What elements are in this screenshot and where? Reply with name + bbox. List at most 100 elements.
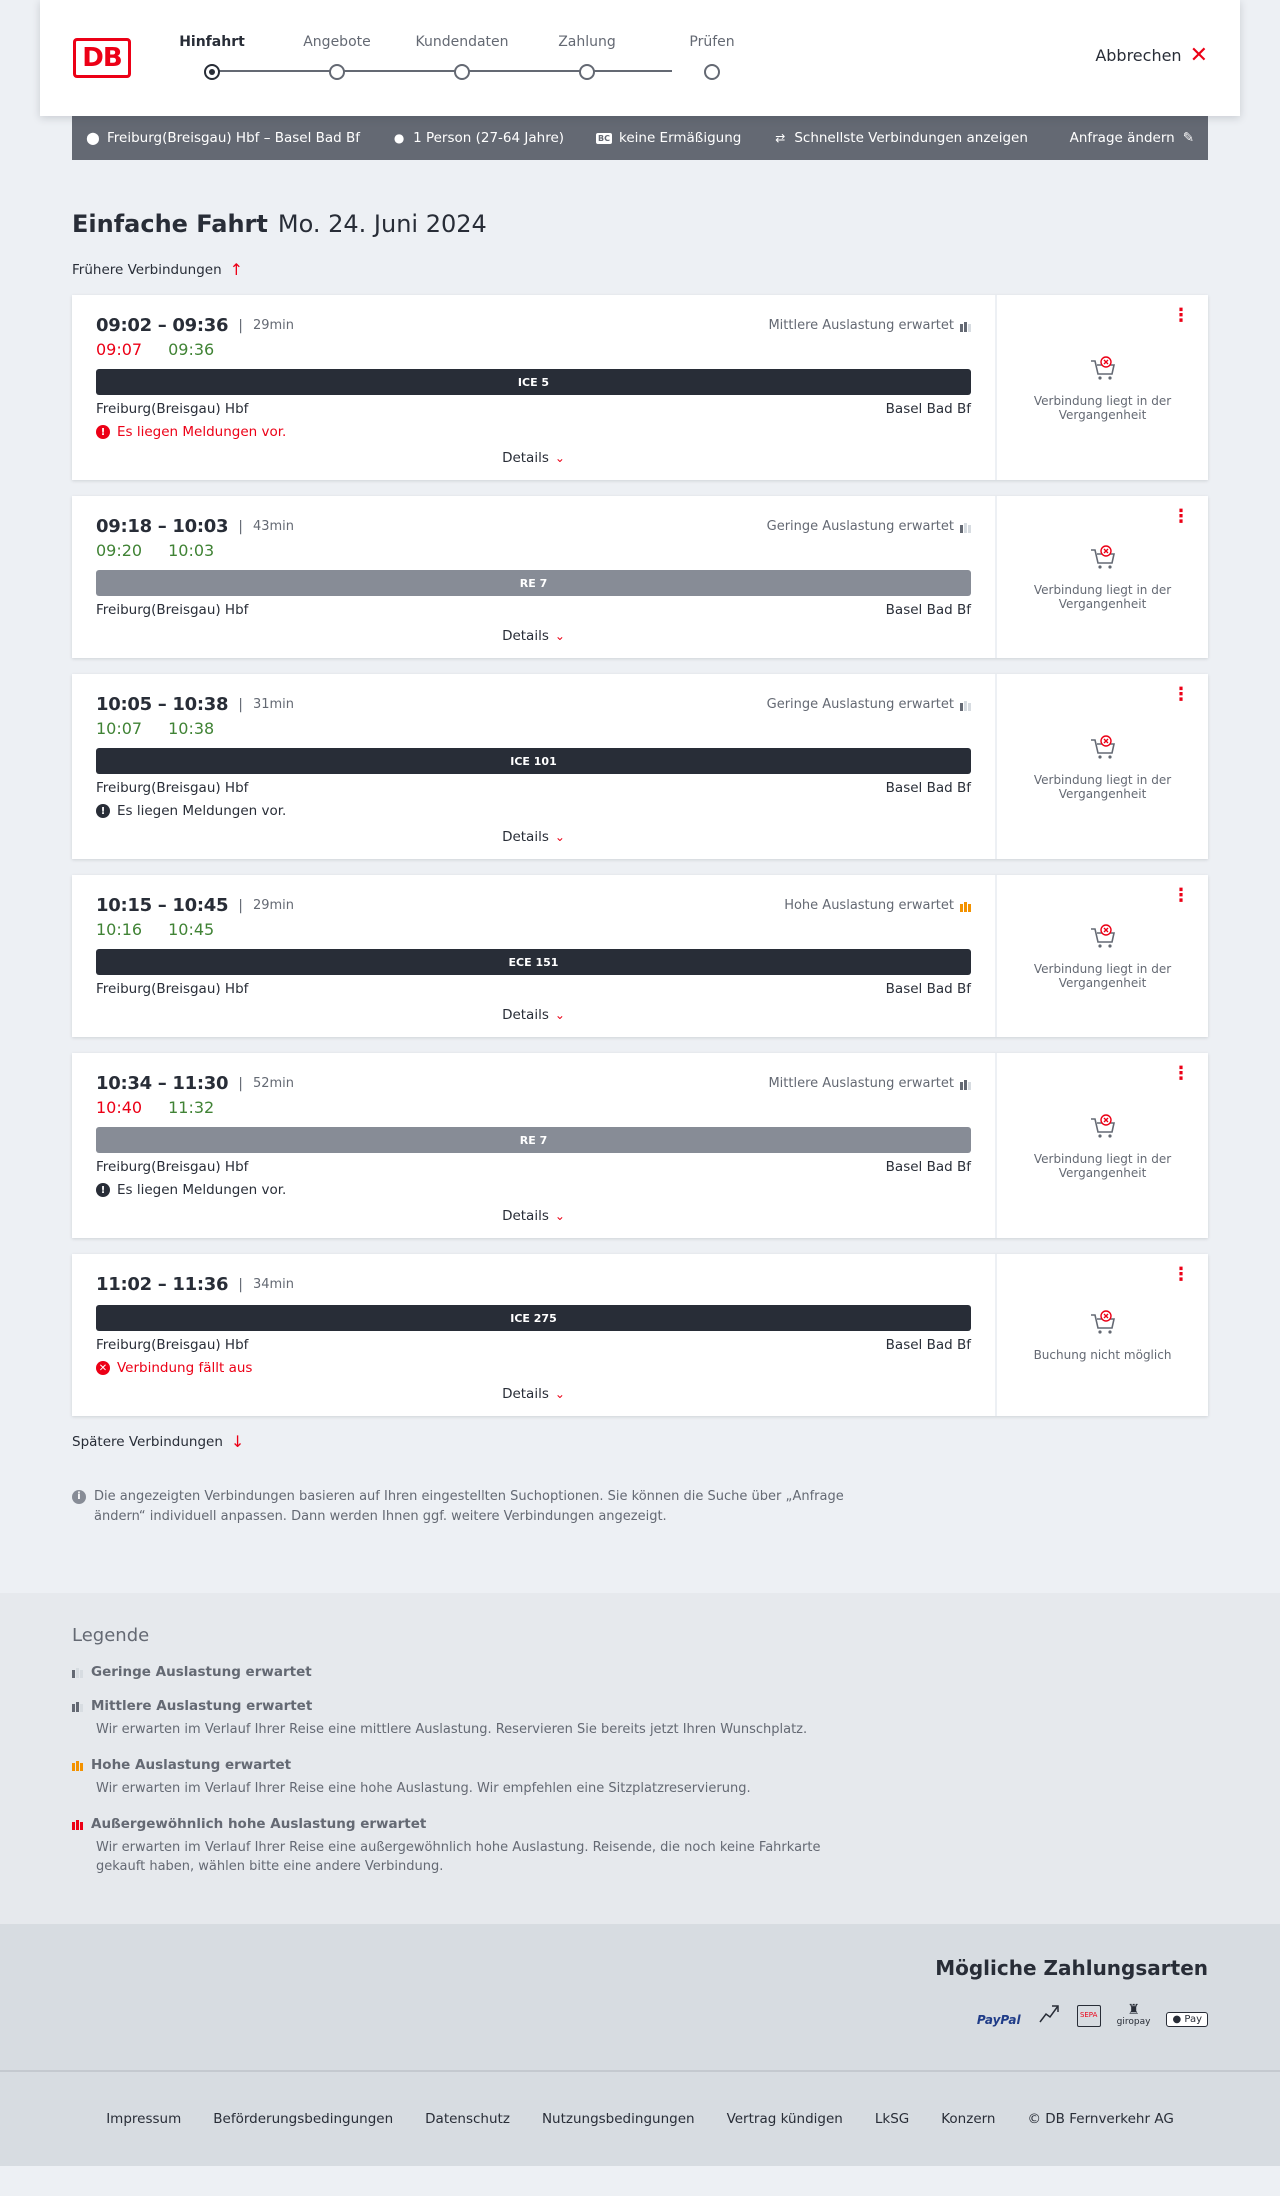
booking-status-text: Verbindung liegt in der Vergangenheit (1033, 772, 1172, 801)
paypal-icon: PayPal (976, 2013, 1021, 2027)
occupancy-bar (80, 1670, 83, 1678)
details-label: Details (502, 829, 549, 845)
train-segment-bar[interactable]: RE 7 (96, 570, 971, 596)
notice-text: Es liegen Meldungen vor. (117, 1182, 287, 1198)
details-toggle[interactable]: Details ⌄ (96, 1386, 971, 1402)
connection-card[interactable]: 10:15 – 10:45 | 29min Hohe Auslastung erwar… (72, 875, 1208, 1037)
notice-text: Es liegen Meldungen vor. (117, 803, 287, 819)
occupancy-bar (72, 1670, 75, 1678)
connection-card[interactable]: 09:18 – 10:03 | 43min Geringe Auslastung er… (72, 496, 1208, 658)
request-summary-bar: ⬤ Freiburg(Breisgau) Hbf – Basel Bad Bf … (72, 116, 1208, 160)
booking-status-text: Verbindung liegt in der Vergangenheit (1033, 393, 1172, 422)
time-separator: | (238, 1276, 243, 1293)
train-segment-bar[interactable]: RE 7 (96, 1127, 971, 1153)
connection-time-row: 09:02 – 09:36 | 29min Mittlere Auslastung e… (96, 315, 971, 336)
footer-link[interactable]: Nutzungsbedingungen (542, 2111, 695, 2127)
chevron-down-icon: ⌄ (554, 629, 565, 643)
travel-duration: 29min (252, 898, 295, 913)
connection-card[interactable]: 11:02 – 11:36 | 34min ICE 275 Freiburg(Breis… (72, 1254, 1208, 1416)
departure-station: Freiburg(Breisgau) Hbf (96, 1159, 249, 1175)
footer-link[interactable]: Impressum (106, 2111, 181, 2127)
later-connections-link[interactable]: Spätere Verbindungen ↓ (72, 1432, 1208, 1451)
details-toggle[interactable]: Details ⌄ (96, 1208, 971, 1224)
train-segment-bar[interactable]: ICE 5 (96, 369, 971, 395)
details-toggle[interactable]: Details ⌄ (96, 829, 971, 845)
step-label: Hinfahrt (179, 34, 245, 50)
occupancy-icon (72, 1700, 83, 1712)
booking-status-text: Verbindung liegt in der Vergangenheit (1033, 1151, 1172, 1180)
occupancy-icon (960, 900, 971, 912)
realtime-times: 10:40 11:32 (96, 1098, 971, 1117)
footer-link[interactable]: Datenschutz (425, 2111, 510, 2127)
giropay-label: giropay (1116, 2017, 1151, 2027)
planned-times: 10:15 – 10:45 (96, 895, 229, 916)
more-options-icon[interactable]: ⋮ (1172, 887, 1190, 905)
change-request-label: Anfrage ändern (1069, 130, 1175, 146)
occupancy-bar (968, 1081, 971, 1090)
connection-card[interactable]: 10:05 – 10:38 | 31min Geringe Auslastung er… (72, 674, 1208, 859)
step-pruefen[interactable]: Prüfen (652, 34, 772, 80)
arrow-down-icon: ↓ (230, 1432, 245, 1451)
train-segment-bar[interactable]: ECE 151 (96, 949, 971, 975)
pencil-icon: ✎ (1182, 130, 1194, 146)
more-options-icon[interactable]: ⋮ (1172, 1065, 1190, 1083)
route-label: Freiburg(Breisgau) Hbf – Basel Bad Bf (107, 130, 361, 146)
cancel-label: Abbrechen (1095, 46, 1182, 65)
step-zahlung[interactable]: Zahlung (527, 34, 647, 80)
chevron-down-icon: ⌄ (554, 451, 565, 465)
occupancy-bar (968, 524, 971, 533)
occupancy-bar (72, 1822, 75, 1830)
more-options-icon[interactable]: ⋮ (1172, 307, 1190, 325)
occupancy-bar (968, 903, 971, 912)
train-segment-bar[interactable]: ICE 275 (96, 1305, 971, 1331)
passenger-info: ● 1 Person (27-64 Jahre) (392, 130, 564, 146)
main-content: Einfache Fahrt Mo. 24. Juni 2024 Frühere… (0, 160, 1280, 1527)
db-logo[interactable]: DB (73, 38, 131, 78)
realtime-arrival: 11:32 (168, 1098, 215, 1117)
booking-status-panel: ⋮ Verbindung liegt in der Vergangenheit (995, 875, 1208, 1037)
change-request-button[interactable]: Anfrage ändern ✎ (1070, 130, 1194, 146)
booking-status-panel: ⋮ Verbindung liegt in der Vergangenheit (995, 674, 1208, 859)
search-option-info: ⇄ Schnellste Verbindungen anzeigen (773, 130, 1028, 146)
details-toggle[interactable]: Details ⌄ (96, 628, 971, 644)
connection-card[interactable]: 10:34 – 11:30 | 52min Mittlere Auslastung e… (72, 1053, 1208, 1238)
more-options-icon[interactable]: ⋮ (1172, 686, 1190, 704)
occupancy-icon (960, 699, 971, 711)
legend-item-text: Wir erwarten im Verlauf Ihrer Reise eine… (96, 1781, 751, 1796)
arrival-station: Basel Bad Bf (885, 780, 971, 796)
occupancy-bar (960, 323, 963, 332)
step-angebote[interactable]: Angebote (277, 34, 397, 80)
alert-circle-icon: ! (96, 1183, 110, 1197)
payment-section: Mögliche Zahlungsarten PayPal SEPA ♜ gir… (0, 1924, 1280, 2070)
time-separator: | (238, 1075, 243, 1092)
booking-status-text: Buchung nicht möglich (1033, 1348, 1172, 1362)
footer-link[interactable]: Konzern (941, 2111, 995, 2127)
step-label: Prüfen (689, 34, 735, 50)
step-hinfahrt[interactable]: Hinfahrt (152, 34, 272, 80)
connection-body: 10:05 – 10:38 | 31min Geringe Auslastung er… (72, 674, 995, 859)
details-toggle[interactable]: Details ⌄ (96, 1007, 971, 1023)
footer-link[interactable]: LkSG (875, 2111, 909, 2127)
legend-item: Außergewöhnlich hohe Auslastung erwartet… (72, 1816, 1208, 1876)
cancel-button[interactable]: Abbrechen ✕ (1095, 44, 1208, 66)
planned-times: 09:18 – 10:03 (96, 516, 229, 537)
station-row: Freiburg(Breisgau) Hbf Basel Bad Bf (96, 602, 971, 618)
details-toggle[interactable]: Details ⌄ (96, 450, 971, 466)
more-options-icon[interactable]: ⋮ (1172, 508, 1190, 526)
connection-card[interactable]: 09:02 – 09:36 | 29min Mittlere Auslastung e… (72, 295, 1208, 480)
cancel-circle-icon: ✕ (96, 1361, 110, 1375)
booking-status-panel: ⋮ Buchung nicht möglich (995, 1254, 1208, 1416)
occupancy-indicator: Mittlere Auslastung erwartet (768, 318, 971, 333)
occupancy-icon (960, 521, 971, 533)
train-segment-bar[interactable]: ICE 101 (96, 748, 971, 774)
page-title: Einfache Fahrt Mo. 24. Juni 2024 (72, 210, 1208, 238)
occupancy-bar (960, 702, 963, 711)
footer-link[interactable]: Vertrag kündigen (727, 2111, 843, 2127)
more-options-icon[interactable]: ⋮ (1172, 1266, 1190, 1284)
booking-stepper: Hinfahrt Angebote Kundendaten Zahlung Pr… (179, 34, 735, 84)
sepa-icon: SEPA (1076, 2005, 1101, 2027)
earlier-connections-link[interactable]: Frühere Verbindungen ↑ (72, 260, 1208, 279)
travel-duration: 29min (252, 318, 295, 333)
footer-link[interactable]: Beförderungsbedingungen (213, 2111, 393, 2127)
step-kundendaten[interactable]: Kundendaten (402, 34, 522, 80)
